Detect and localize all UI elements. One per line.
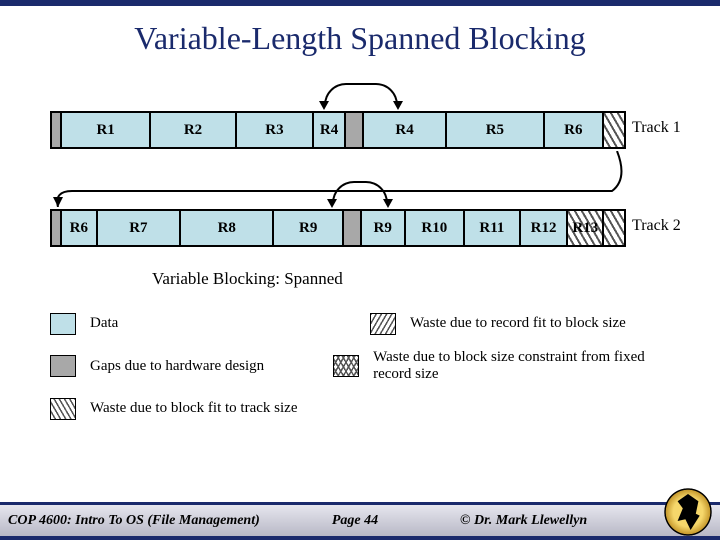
track-segment: [52, 113, 62, 147]
track-2-label: Track 2: [632, 217, 681, 235]
swatch-gaps: [50, 355, 76, 377]
swatch-waste-track: [50, 398, 76, 420]
span-arc-1: [324, 83, 398, 105]
track-segment: [346, 113, 364, 147]
ucf-logo-icon: [662, 486, 714, 538]
track-segment: R13: [568, 211, 604, 245]
track-segment: R4: [364, 113, 447, 147]
track-segment: R8: [181, 211, 274, 245]
track-1: R1R2R3R4R4R5R6: [50, 111, 626, 149]
track-segment: R10: [406, 211, 466, 245]
track-segment: R12: [521, 211, 569, 245]
footer-left: COP 4600: Intro To OS (File Management): [0, 513, 280, 529]
arrowhead-icon: [327, 199, 337, 208]
track-segment: R7: [98, 211, 181, 245]
arrowhead-icon: [383, 199, 393, 208]
track-segment: R6: [62, 211, 98, 245]
track-segment: R5: [447, 113, 544, 147]
track-segment: [604, 113, 624, 147]
swatch-data: [50, 313, 76, 335]
swatch-waste-block: [333, 355, 359, 377]
arrowhead-icon: [393, 101, 403, 110]
track-segment: R2: [151, 113, 236, 147]
footer-center: Page 44: [280, 513, 430, 529]
track-segment: R1: [62, 113, 151, 147]
swatch-waste-record: [370, 313, 396, 335]
track-segment: [52, 211, 62, 245]
track-segment: [344, 211, 362, 245]
legend-item-data: Data: [50, 313, 370, 335]
slide: Variable-Length Spanned Blocking R1R2R3R…: [0, 0, 720, 540]
track-segment: R4: [314, 113, 346, 147]
legend-item-waste-record: Waste due to record fit to block size: [370, 313, 626, 335]
track-segment: R11: [465, 211, 521, 245]
diagram-caption: Variable Blocking: Spanned: [152, 269, 343, 289]
track-segment: R9: [362, 211, 406, 245]
legend-item-gaps: Gaps due to hardware design: [50, 349, 333, 384]
legend: Data Waste due to record fit to block si…: [50, 313, 670, 434]
slide-title: Variable-Length Spanned Blocking: [0, 20, 720, 57]
arrowhead-icon: [319, 101, 329, 110]
legend-item-waste-track: Waste due to block fit to track size: [50, 398, 370, 420]
track-1-label: Track 1: [632, 119, 681, 137]
footer: COP 4600: Intro To OS (File Management) …: [0, 502, 720, 540]
track-2: R6R7R8R9R9R10R11R12R13: [50, 209, 626, 247]
diagram: R1R2R3R4R4R5R6 Track 1 R6R7R8R9R9R10R11R…: [30, 73, 690, 423]
track-segment: [604, 211, 624, 245]
track-segment: R3: [237, 113, 314, 147]
legend-item-waste-block: Waste due to block size constraint from …: [333, 349, 670, 384]
track-segment: R6: [545, 113, 605, 147]
track-segment: R9: [274, 211, 344, 245]
